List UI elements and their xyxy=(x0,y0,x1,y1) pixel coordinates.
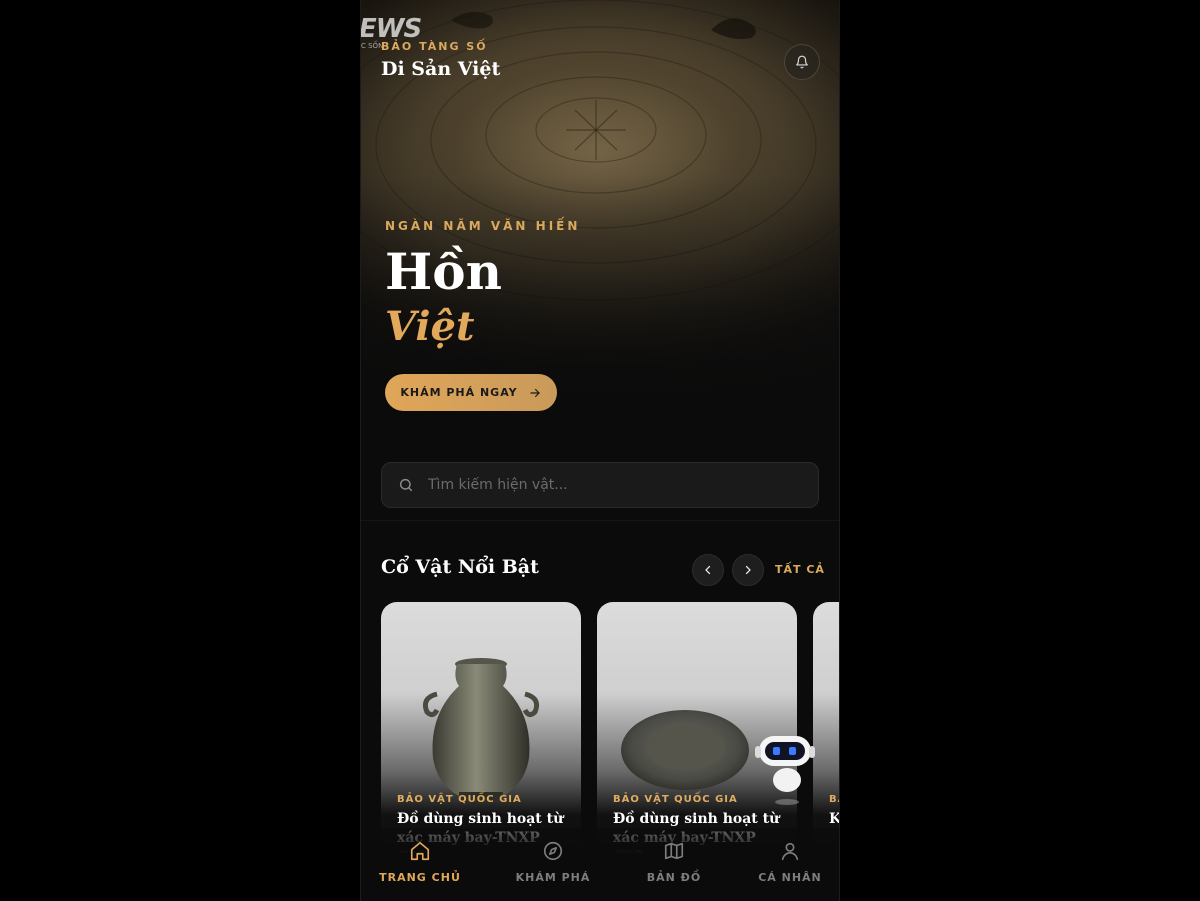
nav-profile[interactable]: CÁ NHÂN xyxy=(735,840,839,884)
artifact-card[interactable]: BẢO Ki B xyxy=(813,602,840,862)
notifications-button[interactable] xyxy=(784,44,820,80)
bottom-navigation: TRANG CHỦ KHÁM PHÁ BẢN ĐỒ CÁ NHÂN xyxy=(361,828,839,901)
carousel-next-button[interactable] xyxy=(732,554,764,586)
explore-now-button[interactable]: KHÁM PHÁ NGAY xyxy=(385,374,557,411)
nav-explore[interactable]: KHÁM PHÁ xyxy=(498,840,608,884)
card-tag: BẢO VẬT QUỐC GIA xyxy=(397,794,522,805)
vase-artifact-image xyxy=(422,658,540,802)
card-tag: BẢO VẬT QUỐC GIA xyxy=(613,794,738,805)
chevron-right-icon xyxy=(745,565,751,575)
nav-profile-label: CÁ NHÂN xyxy=(758,871,822,884)
bell-icon xyxy=(796,55,808,69)
nav-home-label: TRANG CHỦ xyxy=(379,871,461,884)
brand-overline: BẢO TÀNG SỐ xyxy=(381,40,488,53)
nav-map[interactable]: BẢN ĐỒ xyxy=(619,840,729,884)
home-icon xyxy=(410,841,430,861)
nav-explore-label: KHÁM PHÁ xyxy=(515,871,591,884)
section-divider xyxy=(361,520,839,521)
card-title: Ki B xyxy=(829,811,840,827)
hero-kicker: NGÀN NĂM VĂN HIẾN xyxy=(385,219,581,233)
map-icon xyxy=(664,842,684,860)
compass-icon xyxy=(543,841,563,861)
chatbot-assistant-button[interactable] xyxy=(751,730,817,808)
hero-banner: EWS C SỐN BẢO TÀNG SỐ Di Sản Việt NGÀN N… xyxy=(361,0,839,440)
section-title: Cổ Vật Nổi Bật xyxy=(381,556,539,578)
user-icon xyxy=(781,842,799,861)
app-screen: EWS C SỐN BẢO TÀNG SỐ Di Sản Việt NGÀN N… xyxy=(360,0,840,901)
brand-title: Di Sản Việt xyxy=(381,58,501,80)
card-tag: BẢO xyxy=(829,794,839,805)
chevron-left-icon xyxy=(705,565,711,575)
hero-title: Hồn xyxy=(385,242,502,301)
search-icon xyxy=(399,478,413,492)
nav-home[interactable]: TRANG CHỦ xyxy=(365,840,475,884)
see-all-link[interactable]: TẤT CẢ xyxy=(775,563,825,576)
watermark-subtext: C SỐN xyxy=(361,42,384,50)
hero-title-accent: Việt xyxy=(385,303,475,350)
carousel-prev-button[interactable] xyxy=(692,554,724,586)
explore-now-label: KHÁM PHÁ NGAY xyxy=(400,386,518,399)
artifact-card[interactable]: BẢO VẬT QUỐC GIA Đồ dùng sinh hoạt từ xá… xyxy=(381,602,581,862)
search-bar[interactable] xyxy=(381,462,819,508)
search-input[interactable] xyxy=(428,477,788,493)
arrow-right-icon xyxy=(529,388,540,397)
nav-map-label: BẢN ĐỒ xyxy=(646,871,702,884)
